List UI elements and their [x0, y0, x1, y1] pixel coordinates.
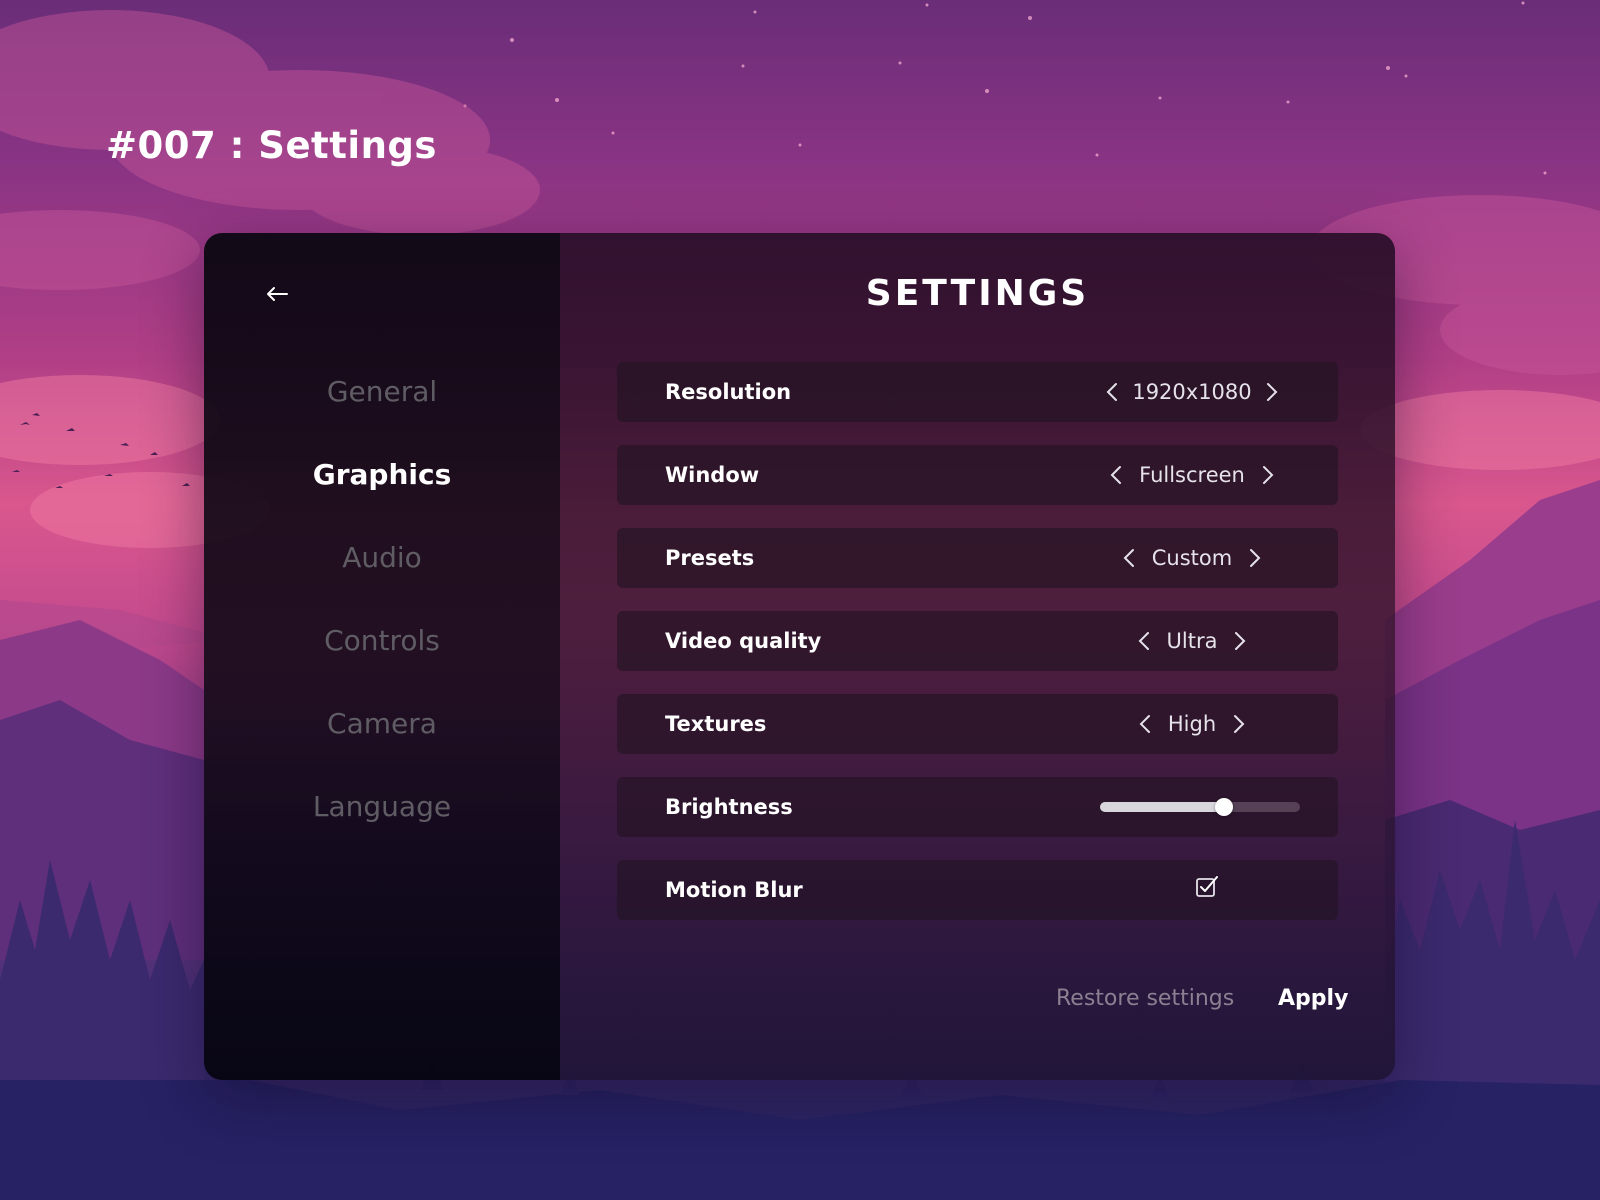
brightness-slider-thumb[interactable]: [1215, 798, 1233, 816]
setting-row-textures: Textures High: [617, 694, 1338, 754]
sidebar-item-controls[interactable]: Controls: [204, 599, 560, 682]
chevron-left-icon[interactable]: [1129, 626, 1159, 656]
textures-selector: High: [1099, 694, 1285, 754]
setting-label: Video quality: [665, 629, 822, 653]
chevron-right-icon[interactable]: [1253, 460, 1283, 490]
setting-row-video-quality: Video quality Ultra: [617, 611, 1338, 671]
setting-label: Textures: [665, 712, 767, 736]
page-title: #007 : Settings: [106, 124, 437, 167]
brightness-slider[interactable]: [1100, 798, 1300, 816]
sidebar-item-language[interactable]: Language: [204, 765, 560, 848]
checkbox-checked-icon: [1196, 876, 1218, 897]
setting-label: Resolution: [665, 380, 792, 404]
settings-list: Resolution 1920x1080 Window Fullscreen P…: [617, 362, 1338, 943]
restore-settings-button[interactable]: Restore settings: [1056, 986, 1234, 1011]
sidebar-item-graphics[interactable]: Graphics: [204, 433, 560, 516]
sidebar: General Graphics Audio Controls Camera L…: [204, 233, 560, 1080]
sidebar-item-general[interactable]: General: [204, 350, 560, 433]
window-value: Fullscreen: [1139, 463, 1245, 487]
sidebar-nav: General Graphics Audio Controls Camera L…: [204, 350, 560, 848]
setting-row-resolution: Resolution 1920x1080: [617, 362, 1338, 422]
setting-label: Presets: [665, 546, 755, 570]
motion-blur-checkbox[interactable]: [1194, 874, 1220, 900]
chevron-right-icon[interactable]: [1240, 543, 1270, 573]
arrow-left-icon: [267, 287, 288, 301]
presets-value: Custom: [1151, 546, 1233, 570]
settings-main: SETTINGS Resolution 1920x1080 Window Ful…: [560, 233, 1395, 1080]
resolution-selector: 1920x1080: [1099, 362, 1285, 422]
setting-row-brightness: Brightness: [617, 777, 1338, 837]
setting-label: Window: [665, 463, 760, 487]
setting-label: Motion Blur: [665, 878, 803, 902]
setting-label: Brightness: [665, 795, 793, 819]
sidebar-item-audio[interactable]: Audio: [204, 516, 560, 599]
video-quality-value: Ultra: [1166, 629, 1218, 653]
setting-row-window: Window Fullscreen: [617, 445, 1338, 505]
setting-row-motion-blur: Motion Blur: [617, 860, 1338, 920]
apply-button[interactable]: Apply: [1278, 986, 1348, 1011]
chevron-left-icon[interactable]: [1099, 377, 1124, 407]
resolution-value: 1920x1080: [1132, 380, 1252, 404]
window-selector: Fullscreen: [1099, 445, 1285, 505]
setting-row-presets: Presets Custom: [617, 528, 1338, 588]
chevron-right-icon[interactable]: [1225, 626, 1255, 656]
chevron-right-icon[interactable]: [1260, 377, 1285, 407]
video-quality-selector: Ultra: [1099, 611, 1285, 671]
back-button[interactable]: [262, 279, 292, 309]
settings-panel: General Graphics Audio Controls Camera L…: [204, 233, 1395, 1080]
presets-selector: Custom: [1099, 528, 1285, 588]
chevron-left-icon[interactable]: [1114, 543, 1144, 573]
chevron-left-icon[interactable]: [1130, 709, 1160, 739]
sidebar-item-camera[interactable]: Camera: [204, 682, 560, 765]
settings-title: SETTINGS: [865, 273, 1090, 314]
chevron-right-icon[interactable]: [1224, 709, 1254, 739]
brightness-slider-fill: [1100, 802, 1224, 812]
chevron-left-icon[interactable]: [1101, 460, 1131, 490]
textures-value: High: [1167, 712, 1217, 736]
